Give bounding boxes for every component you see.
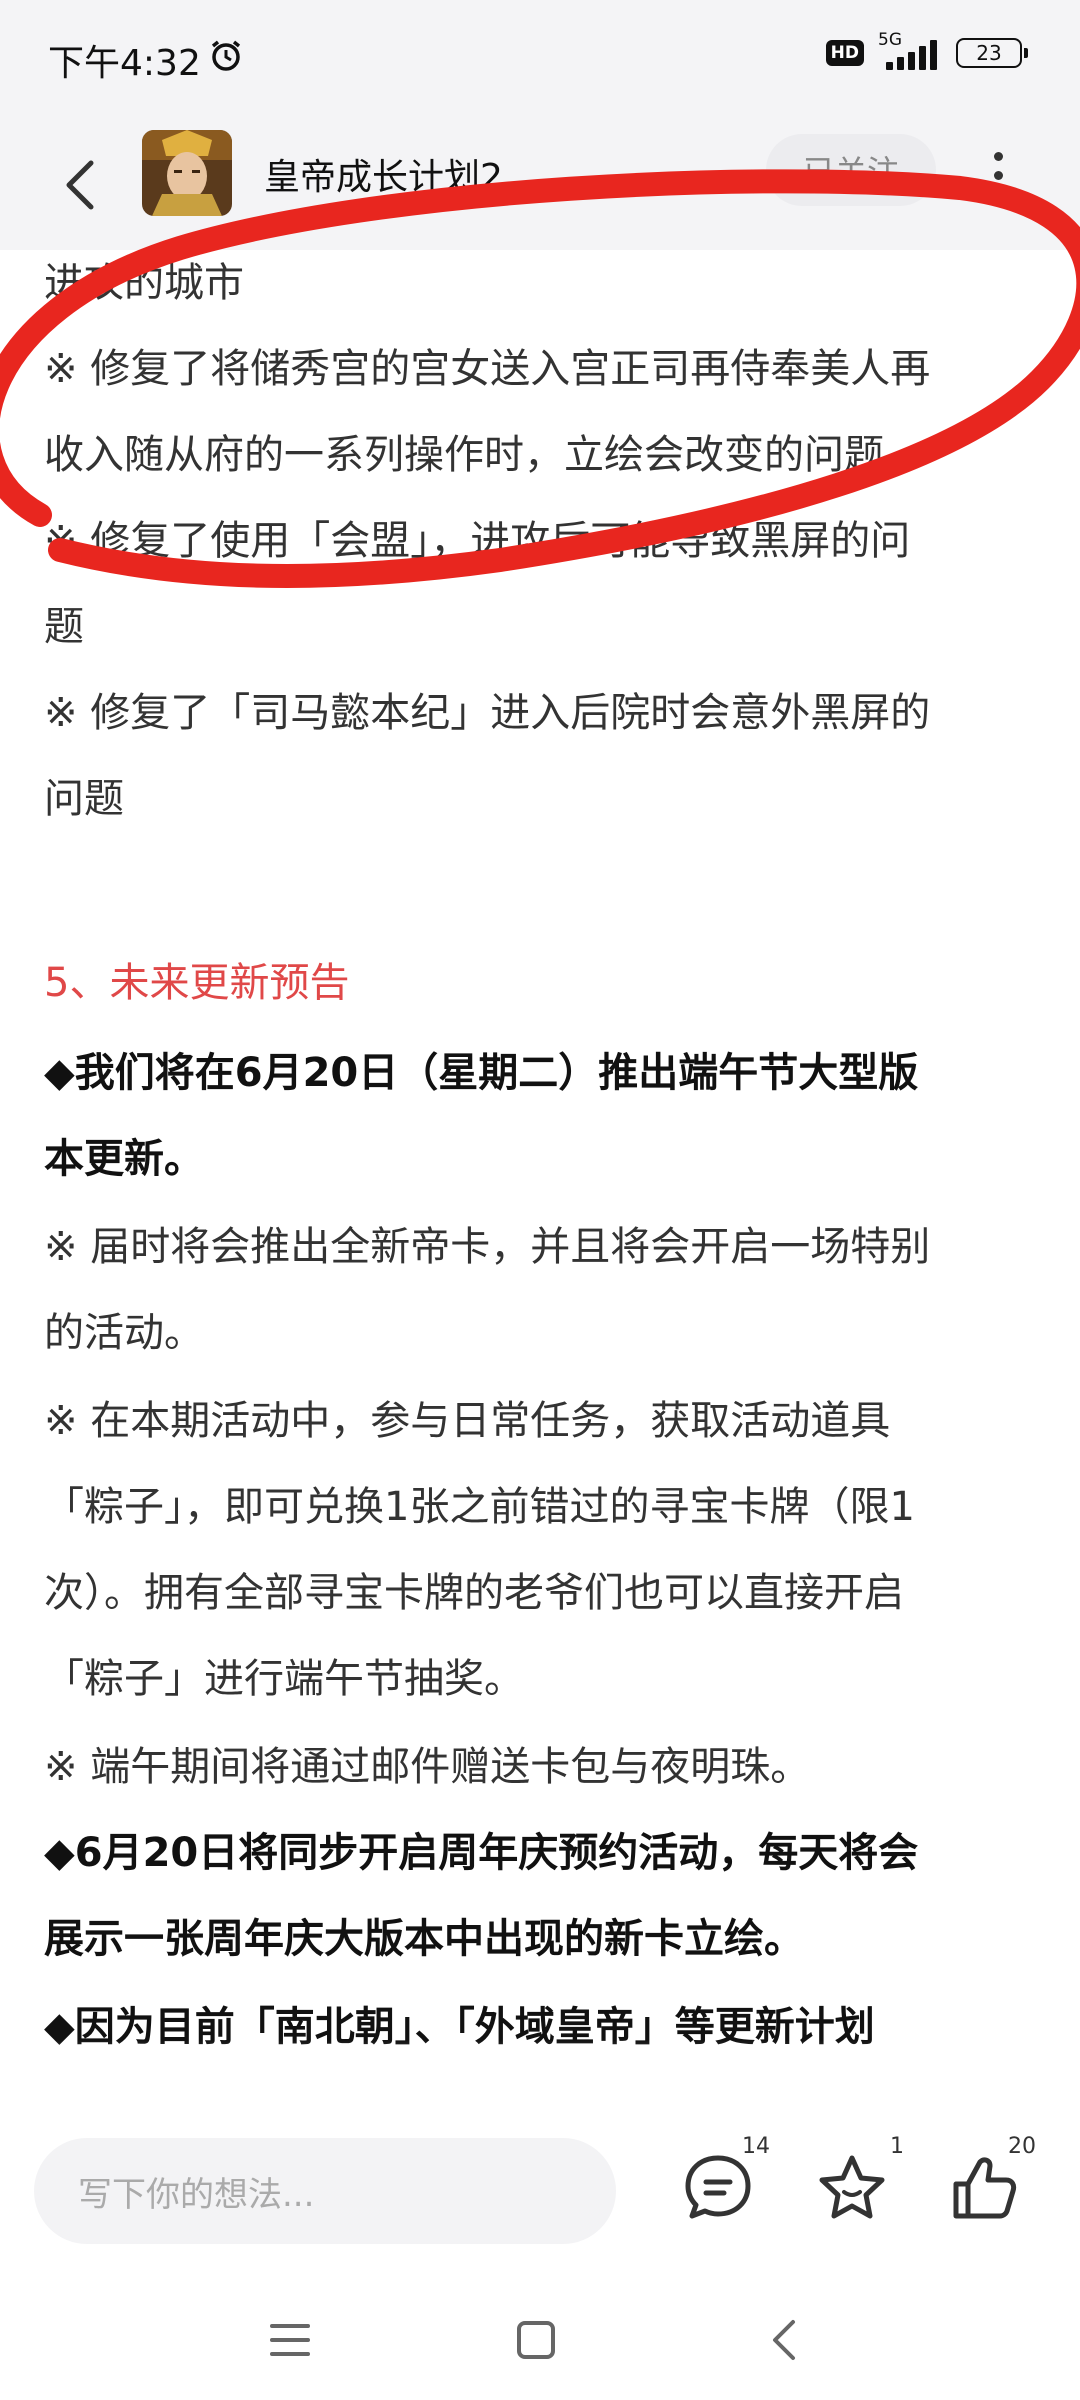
section-title: 5、未来更新预告 [44,960,350,1006]
battery-level: 23 [976,41,1002,65]
status-bar: 下午4:32 HD 5G 23 [0,0,1080,120]
status-indicators: HD 5G 23 [825,30,1028,72]
note-line: ※ 端午期间将通过邮件赠送卡包与夜明珠。 [44,1744,811,1790]
like-count: 20 [1008,2134,1036,2159]
star-icon [819,2155,885,2219]
back-triangle-icon [773,2320,795,2360]
bold-paragraph-line: ◆6月20日将同步开启周年庆预约活动，每天将会 [44,1830,919,1876]
battery-icon: 23 [956,38,1028,68]
note-line: 「粽子」，即可兑换1张之前错过的寻宝卡牌（限1 [44,1484,915,1530]
bold-paragraph-line: 展示一张周年庆大版本中出现的新卡立绘。 [44,1916,804,1962]
note-line: 「粽子」进行端午节抽奖。 [44,1656,524,1702]
home-square-icon [517,2321,555,2359]
favorite-button[interactable]: 1 [812,2134,904,2228]
favorite-count: 1 [890,2134,904,2159]
note-line: ※ 届时将会推出全新帝卡，并且将会开启一场特别 [44,1224,931,1270]
comment-input[interactable]: 写下你的想法... [34,2138,616,2244]
hd-badge: HD [825,40,864,66]
note-line: ※ 在本期活动中，参与日常任务，获取活动道具 [44,1398,891,1444]
like-button[interactable]: 20 [944,2134,1036,2228]
system-nav-bar [0,2280,1080,2400]
menu-nav-button[interactable] [260,2310,320,2370]
signal-icon: 5G [878,30,942,72]
back-nav-button[interactable] [754,2310,814,2370]
bottom-action-bar: 写下你的想法... 14 1 20 [0,2110,1080,2280]
note-line: 次）。拥有全部寻宝卡牌的老爷们也可以直接开启 [44,1570,904,1616]
bold-paragraph-line: 本更新。 [44,1136,204,1182]
content-line: ※ 修复了「司马懿本纪」进入后院时会意外黑屏的 [44,690,931,736]
comment-count: 14 [742,2134,770,2159]
menu-icon [270,2324,310,2356]
red-circle-annotation [0,169,1080,588]
comment-button[interactable]: 14 [678,2134,770,2228]
content-fade [0,2040,1080,2110]
bold-paragraph-line: ◆我们将在6月20日（星期二）推出端午节大型版 [44,1050,919,1096]
home-nav-button[interactable] [506,2310,566,2370]
status-time: 下午4:32 [48,43,201,84]
alarm-icon [208,38,244,78]
note-line: 的活动。 [44,1310,204,1356]
thumbs-up-icon [953,2157,1017,2219]
content-line: 问题 [44,776,124,822]
comment-icon [685,2155,751,2219]
